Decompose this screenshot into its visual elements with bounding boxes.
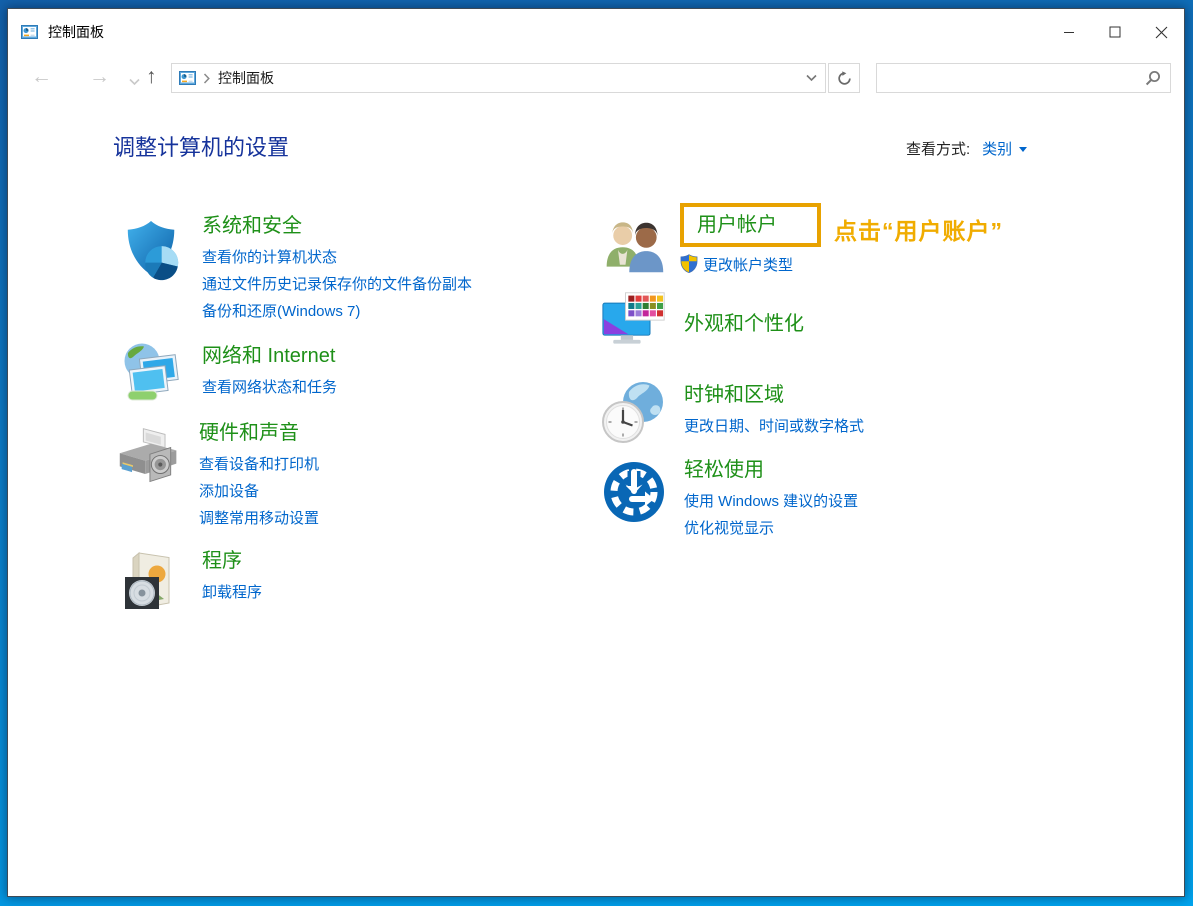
breadcrumb-root[interactable]: 控制面板 — [218, 68, 274, 88]
category-title-network-internet[interactable]: 网络和 Internet — [202, 343, 335, 369]
window-title: 控制面板 — [48, 22, 104, 42]
control-panel-window: 控制面板 ← → ↑ — [7, 8, 1185, 897]
link-change-account-type[interactable]: 更改帐户类型 — [703, 252, 793, 279]
two-users-icon[interactable] — [601, 210, 667, 279]
link-change-date-time-format[interactable]: 更改日期、时间或数字格式 — [684, 413, 864, 440]
title-bar: 控制面板 — [8, 9, 1184, 55]
maximize-button[interactable] — [1092, 9, 1138, 55]
category-links: 查看你的计算机状态 通过文件历史记录保存你的文件备份副本 备份和还原(Windo… — [202, 244, 472, 325]
category-links: 查看设备和打印机 添加设备 调整常用移动设置 — [199, 451, 319, 532]
desktop: { "window": { "title": "控制面板" }, "navbar… — [0, 0, 1193, 906]
link-uninstall-program[interactable]: 卸载程序 — [202, 579, 262, 606]
annotation-text: 点击“用户账户” — [834, 212, 1003, 246]
link-devices-printers[interactable]: 查看设备和打印机 — [199, 451, 319, 478]
breadcrumb-control-panel-icon — [179, 71, 196, 85]
ease-of-access-icon[interactable] — [601, 459, 667, 542]
category-appearance-personalization: 外观和个性化 — [601, 289, 804, 355]
history-chevron-icon[interactable] — [129, 73, 140, 91]
category-programs: 程序 卸载程序 — [119, 550, 262, 616]
link-optimize-visual-display[interactable]: 优化视觉显示 — [684, 515, 774, 542]
address-bar[interactable]: 控制面板 — [171, 63, 826, 93]
network-globe-monitors-icon[interactable] — [119, 341, 185, 405]
navigation-bar: ← → ↑ 控制面板 — [8, 55, 1184, 102]
clock-globe-icon[interactable] — [601, 379, 667, 445]
link-add-device[interactable]: 添加设备 — [199, 478, 259, 505]
page-title: 调整计算机的设置 — [113, 130, 289, 162]
category-title-system-security[interactable]: 系统和安全 — [202, 213, 302, 239]
category-links: 更改帐户类型 — [680, 252, 793, 279]
search-box — [876, 63, 1171, 93]
refresh-icon[interactable] — [828, 63, 860, 93]
category-system-security: 系统和安全 查看你的计算机状态 通过文件历史记录保存你的文件备份副本 备份和还原… — [119, 219, 472, 325]
uac-shield-icon — [680, 254, 698, 278]
view-by-value: 类别 — [982, 138, 1012, 159]
control-panel-icon[interactable] — [21, 25, 38, 39]
close-button[interactable] — [1138, 9, 1184, 55]
content-area: 调整计算机的设置 查看方式: 类别 — [8, 102, 1184, 896]
annotation-highlight-box: 用户帐户 — [680, 203, 821, 247]
security-shield-pie-icon[interactable] — [119, 219, 185, 325]
category-title-hardware-sound[interactable]: 硬件和声音 — [199, 420, 299, 446]
view-by-control: 查看方式: 类别 — [906, 138, 1027, 159]
link-network-status-tasks[interactable]: 查看网络状态和任务 — [202, 374, 337, 401]
category-links: 更改日期、时间或数字格式 — [684, 413, 864, 440]
forward-icon[interactable]: → — [89, 61, 110, 93]
up-icon[interactable]: ↑ — [146, 61, 157, 93]
monitor-palette-icon[interactable] — [601, 289, 667, 355]
category-title-programs[interactable]: 程序 — [202, 548, 242, 574]
breadcrumb-separator-icon[interactable] — [203, 73, 210, 84]
category-title-ease-of-access[interactable]: 轻松使用 — [684, 457, 764, 483]
category-user-accounts: 用户帐户 更改帐户类型 — [601, 210, 821, 279]
category-title-appearance-personalization[interactable]: 外观和个性化 — [684, 311, 804, 337]
category-ease-of-access: 轻松使用 使用 Windows 建议的设置 优化视觉显示 — [601, 459, 858, 542]
link-check-computer-status[interactable]: 查看你的计算机状态 — [202, 244, 337, 271]
window-controls — [1046, 9, 1184, 55]
category-network-internet: 网络和 Internet 查看网络状态和任务 — [119, 341, 337, 405]
view-by-label: 查看方式: — [906, 138, 970, 159]
category-links: 卸载程序 — [202, 579, 262, 606]
category-title-user-accounts[interactable]: 用户帐户 — [697, 212, 777, 238]
link-backup-restore-win7[interactable]: 备份和还原(Windows 7) — [202, 298, 360, 325]
back-icon[interactable]: ← — [31, 61, 52, 93]
link-mobility-settings[interactable]: 调整常用移动设置 — [199, 505, 319, 532]
printer-speaker-icon[interactable] — [116, 424, 182, 532]
category-clock-region: 时钟和区域 更改日期、时间或数字格式 — [601, 379, 864, 445]
link-file-history-backup[interactable]: 通过文件历史记录保存你的文件备份副本 — [202, 271, 472, 298]
link-windows-suggested-settings[interactable]: 使用 Windows 建议的设置 — [684, 488, 858, 515]
search-input[interactable] — [877, 64, 1145, 92]
category-hardware-sound: 硬件和声音 查看设备和打印机 添加设备 调整常用移动设置 — [116, 424, 319, 532]
search-icon[interactable] — [1145, 70, 1161, 86]
minimize-button[interactable] — [1046, 9, 1092, 55]
address-dropdown-icon[interactable] — [797, 64, 825, 92]
category-links: 使用 Windows 建议的设置 优化视觉显示 — [684, 488, 858, 542]
dropdown-triangle-icon — [1019, 147, 1027, 152]
category-title-clock-region[interactable]: 时钟和区域 — [684, 382, 784, 408]
category-links: 查看网络状态和任务 — [202, 374, 337, 401]
view-by-dropdown[interactable]: 类别 — [982, 138, 1027, 159]
program-box-cd-icon[interactable] — [119, 550, 185, 616]
